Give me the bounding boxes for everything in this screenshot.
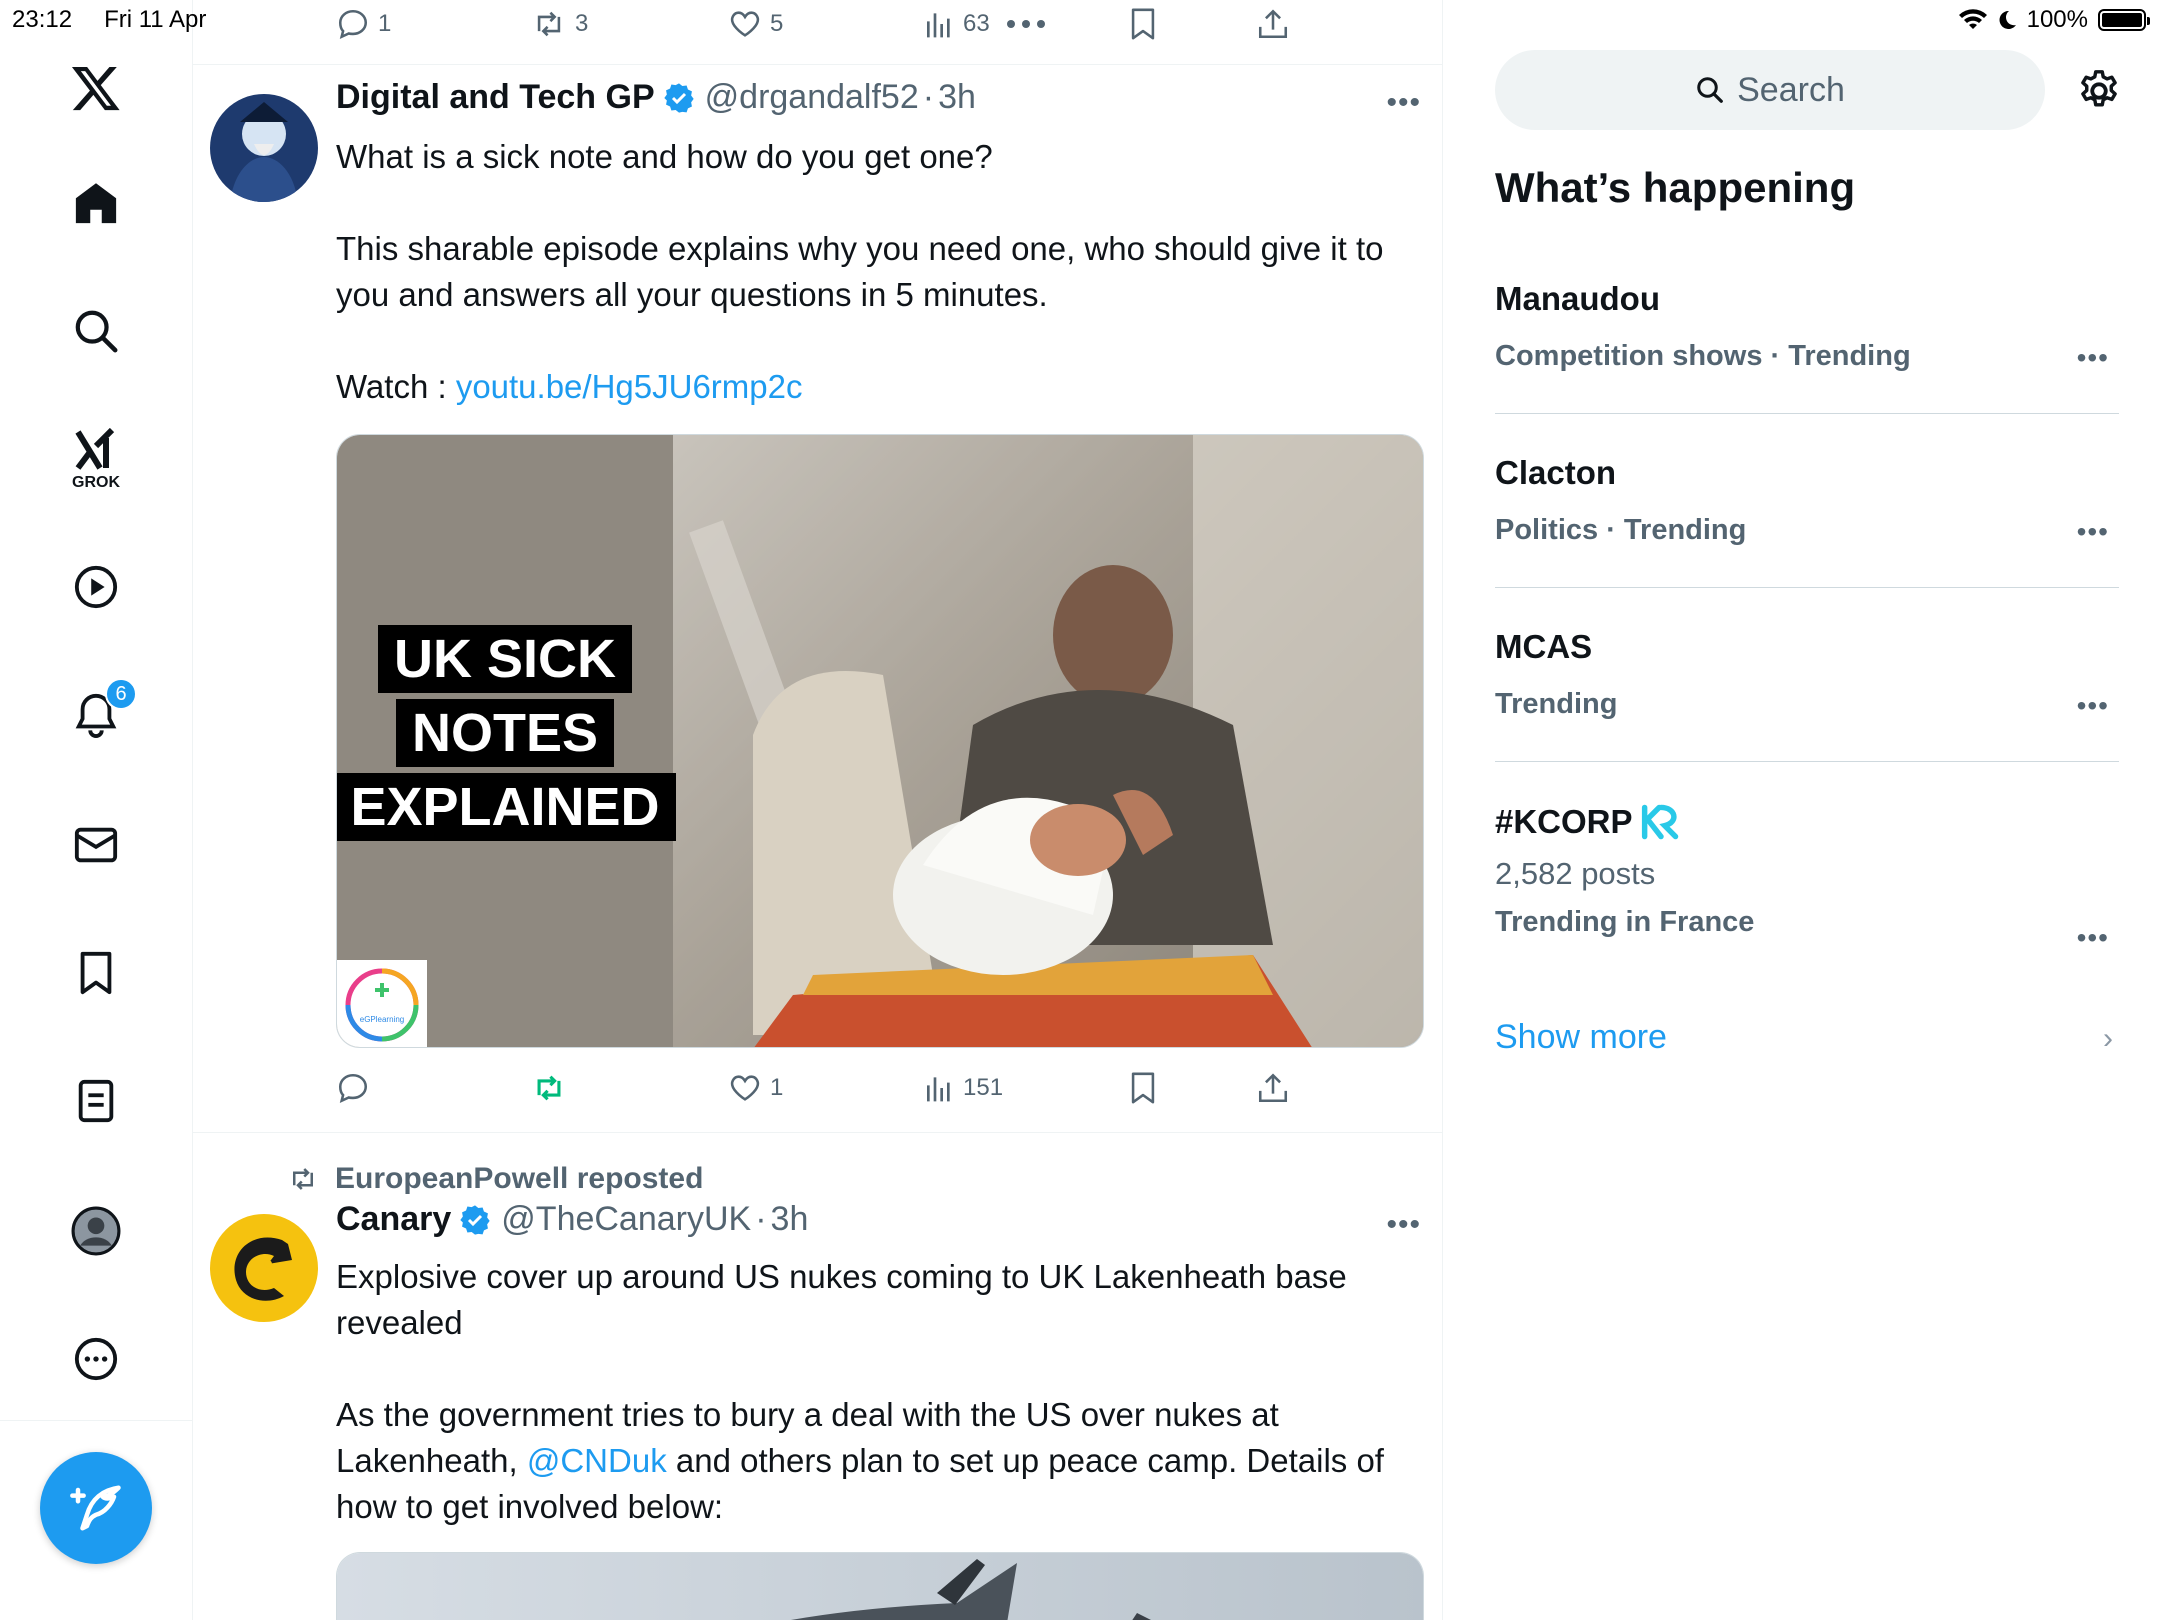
trend-item[interactable]: Manaudou Competition shows · Trending ••… <box>1495 280 2119 380</box>
trend-name: MCAS <box>1495 628 1593 665</box>
views-button[interactable]: 151 <box>923 1072 1003 1104</box>
trend-separator <box>1495 587 2119 588</box>
right-sidebar: Search What’s happening Manaudou Competi… <box>1443 0 2160 1620</box>
heart-icon <box>730 1075 760 1101</box>
bookmarks-icon[interactable] <box>73 950 119 996</box>
kcorp-emoji-icon <box>1641 804 1678 840</box>
mention-link[interactable]: @CNDuk <box>527 1442 667 1479</box>
battery-icon <box>2098 9 2150 31</box>
bookmark-icon <box>1131 1072 1155 1104</box>
repost-context: EuropeanPowell reposted <box>285 1162 703 1196</box>
notifications-icon[interactable]: 6 <box>73 678 137 738</box>
reply-button[interactable] <box>336 1071 370 1105</box>
nav-divider <box>0 1420 193 1421</box>
trend-meta: Competition shows · Trending <box>1495 340 1911 372</box>
profile-avatar[interactable] <box>71 1206 121 1256</box>
tweet-time[interactable]: 3h <box>771 1200 809 1239</box>
explore-icon[interactable] <box>73 308 119 354</box>
search-icon <box>1697 77 1723 103</box>
share-icon <box>1258 1073 1288 1103</box>
search-input[interactable]: Search <box>1495 50 2045 130</box>
reply-icon <box>338 1073 368 1104</box>
bookmark-button[interactable] <box>1126 1071 1160 1105</box>
dot-separator: · <box>755 1200 767 1238</box>
left-nav: GROK 6 <box>0 0 193 1620</box>
messages-icon[interactable] <box>73 822 119 868</box>
dot-separator: · <box>922 78 935 116</box>
tweet-time[interactable]: 3h <box>938 78 976 117</box>
trend-posts: 2,582 posts <box>1495 856 1656 891</box>
trend-name: Manaudou <box>1495 280 1660 317</box>
main-feed: 1 3 5 63 Digital and Tech GP @drgandalf5… <box>193 0 1443 1620</box>
author-handle[interactable]: @drgandalf52 <box>705 78 919 117</box>
verified-badge-icon <box>663 82 695 114</box>
trend-separator <box>1495 761 2119 762</box>
tweet-link[interactable]: youtu.be/Hg5JU6rmp2c <box>456 368 803 405</box>
home-icon[interactable] <box>73 180 119 226</box>
trend-more-button[interactable]: ••• <box>2077 516 2109 548</box>
tweet-more-button[interactable]: ••• <box>1386 1208 1421 1242</box>
tweet-text: What is a sick note and how do you get o… <box>336 138 1384 405</box>
author-avatar[interactable] <box>210 94 318 202</box>
status-date: Fri 11 Apr <box>104 6 207 33</box>
chevron-right-icon: › <box>2103 1022 2113 1055</box>
repost-button[interactable] <box>531 1071 567 1105</box>
author-avatar[interactable] <box>210 1214 318 1322</box>
views-icon <box>927 1077 950 1102</box>
notifications-badge: 6 <box>105 678 137 710</box>
trend-meta: Trending in France <box>1495 906 1755 938</box>
tweet-text: Explosive cover up around US nukes comin… <box>336 1258 1384 1525</box>
tweet-media[interactable]: UK SICK NOTES EXPLAINED eGPlearning <box>336 434 1424 1048</box>
x-logo-icon[interactable] <box>70 62 122 114</box>
media-caption: UK SICK NOTES EXPLAINED <box>337 625 676 841</box>
tweet-separator <box>193 1132 1443 1133</box>
wifi-icon <box>1958 9 1987 30</box>
reposted-icon <box>537 1075 561 1101</box>
moon-icon <box>1999 10 2016 29</box>
settings-gear-icon[interactable] <box>2076 68 2122 119</box>
status-time: 23:12 <box>12 6 73 33</box>
repost-by[interactable]: EuropeanPowell reposted <box>335 1162 703 1196</box>
video-icon[interactable] <box>73 564 119 610</box>
section-title: What’s happening <box>1495 164 1856 211</box>
author-name[interactable]: Digital and Tech GP <box>336 78 655 117</box>
trend-name: #KCORP <box>1495 803 1633 840</box>
trend-more-button[interactable]: ••• <box>2077 342 2109 374</box>
compose-post-button[interactable] <box>40 1452 152 1564</box>
trend-separator <box>1495 413 2119 414</box>
search-placeholder: Search <box>1737 70 1845 109</box>
verified-badge-icon <box>459 1204 491 1236</box>
trend-more-button[interactable]: ••• <box>2077 922 2109 954</box>
grok-label: GROK <box>72 474 120 491</box>
trend-meta: Trending <box>1495 688 1618 720</box>
share-button[interactable] <box>1256 1071 1290 1105</box>
trend-item[interactable]: MCAS Trending ••• <box>1495 628 2119 728</box>
egplearning-logo: eGPlearning <box>337 960 427 1047</box>
trend-item[interactable]: Clacton Politics · Trending ••• <box>1495 454 2119 554</box>
repost-icon <box>293 1168 313 1190</box>
trend-meta: Politics · Trending <box>1495 514 1747 546</box>
show-more-link[interactable]: Show more <box>1495 1018 1667 1057</box>
status-bar: 23:12 Fri 11 Apr 100% <box>0 0 2160 40</box>
grok-icon[interactable]: GROK <box>71 428 121 492</box>
like-button[interactable]: 1 <box>728 1071 783 1105</box>
trend-more-button[interactable]: ••• <box>2077 690 2109 722</box>
compose-feather-icon <box>70 1485 121 1531</box>
author-handle[interactable]: @TheCanaryUK <box>501 1200 751 1239</box>
trend-item[interactable]: #KCORP 2,582 posts Trending in France ••… <box>1495 802 2119 962</box>
more-icon[interactable] <box>73 1336 119 1382</box>
svg-text:eGPlearning: eGPlearning <box>360 1015 404 1024</box>
author-name[interactable]: Canary <box>336 1200 451 1239</box>
tweet-separator <box>193 64 1443 65</box>
tweet-actions: 1 151 <box>336 1064 1336 1112</box>
battery-percent: 100% <box>2026 6 2088 33</box>
trend-name: Clacton <box>1495 454 1617 491</box>
lists-icon[interactable] <box>73 1078 119 1124</box>
tweet-more-button[interactable]: ••• <box>1386 86 1421 120</box>
tweet-media[interactable] <box>336 1552 1424 1620</box>
